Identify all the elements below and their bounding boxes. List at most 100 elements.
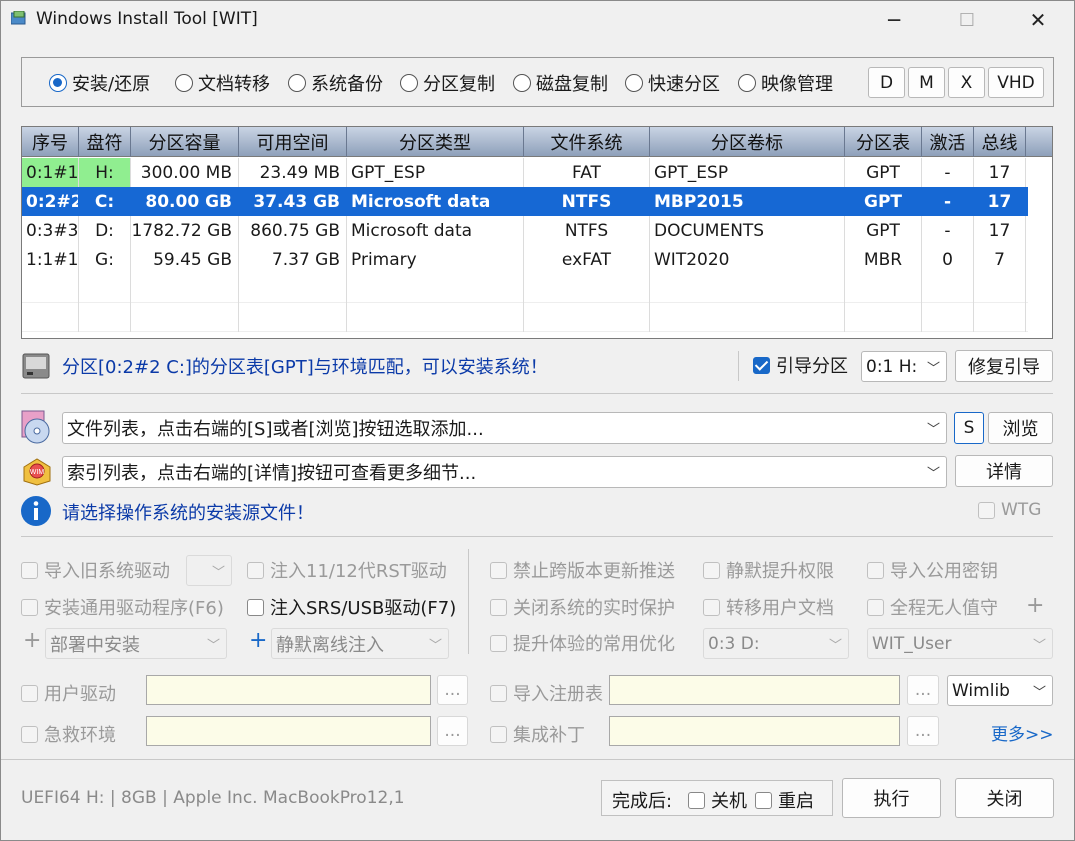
table-row[interactable]: 0:3#3 D: 1782.72 GB 860.75 GB Microsoft …	[22, 216, 1028, 245]
close-button[interactable]: 关闭	[955, 778, 1054, 818]
radio-disk-copy[interactable]: 磁盘复制	[513, 69, 608, 97]
plus-icon[interactable]: +	[249, 628, 267, 653]
radio-selected-icon	[49, 74, 67, 92]
partition-table[interactable]: 序号 盘符 分区容量 可用空间 分区类型 文件系统 分区卷标 分区表 激活 总线…	[21, 126, 1053, 339]
radio-quick-partition[interactable]: 快速分区	[625, 69, 720, 97]
col-bus[interactable]: 总线	[974, 127, 1026, 157]
cell-filesystem: NTFS	[524, 187, 650, 216]
col-drive[interactable]: 盘符	[79, 127, 131, 157]
close-window-button[interactable]: ✕	[1002, 1, 1074, 39]
import-registry-checkbox[interactable]: 导入注册表	[490, 680, 603, 706]
silent-elevate-checkbox[interactable]: 静默提升权限	[703, 557, 834, 583]
wim-package-icon: WIM	[23, 458, 51, 486]
common-optimization-checkbox[interactable]: 提升体验的常用优化	[490, 630, 675, 656]
user-drivers-checkbox[interactable]: 用户驱动	[21, 680, 116, 706]
details-button[interactable]: 详情	[955, 455, 1053, 487]
wim-engine-select[interactable]: Wimlib ﹀	[947, 675, 1053, 706]
divider	[738, 351, 739, 381]
cell-volume-label: WIT2020	[650, 245, 845, 274]
old-drivers-select[interactable]: ﹀	[186, 555, 232, 586]
radio-icon	[288, 74, 306, 92]
rescue-env-browse-button[interactable]: ...	[437, 716, 468, 746]
rescue-env-checkbox[interactable]: 急救环境	[21, 721, 116, 747]
patches-browse-button[interactable]: ...	[907, 716, 939, 746]
shutdown-checkbox[interactable]: 关机	[688, 787, 747, 813]
minimize-button[interactable]: ─	[858, 1, 930, 39]
registry-path-input[interactable]	[609, 675, 900, 705]
radio-document-transfer[interactable]: 文档转移	[175, 69, 270, 97]
user-drivers-path-input[interactable]	[146, 675, 431, 705]
target-partition-select[interactable]: 0:3 D: ﹀	[703, 628, 849, 659]
col-index[interactable]: 序号	[22, 127, 79, 157]
table-row[interactable]: 0:1#1 H: 300.00 MB 23.49 MB GPT_ESP FAT …	[22, 158, 1028, 187]
info-text: 请选择操作系统的安装源文件！	[62, 503, 314, 524]
checkbox-icon	[247, 561, 264, 579]
plus-icon[interactable]: +	[23, 628, 41, 653]
transfer-user-docs-checkbox[interactable]: 转移用户文档	[703, 594, 834, 620]
chevron-down-icon: ﹀	[926, 466, 940, 482]
divider	[468, 549, 469, 654]
boot-partition-select[interactable]: 0:1 H: ﹀	[861, 351, 947, 382]
radio-icon	[175, 74, 193, 92]
more-link[interactable]: 更多>>	[991, 720, 1054, 745]
chevron-down-icon: ﹀	[828, 638, 842, 653]
main-window: Windows Install Tool [WIT] ─ ☐ ✕ 安装/还原 文…	[0, 0, 1075, 841]
execute-button[interactable]: 执行	[842, 778, 941, 818]
checkbox-icon	[247, 598, 264, 616]
import-old-drivers-checkbox[interactable]: 导入旧系统驱动	[21, 557, 170, 583]
boot-partition-checkbox[interactable]: 引导分区	[753, 352, 848, 378]
unattended-checkbox[interactable]: 全程无人值守	[867, 594, 998, 620]
col-filler	[1026, 127, 1052, 157]
col-partition-table[interactable]: 分区表	[845, 127, 922, 157]
install-generic-drivers-checkbox[interactable]: 安装通用驱动程序(F6)	[21, 594, 224, 620]
radio-image-management[interactable]: 映像管理	[738, 69, 833, 97]
deploy-install-select[interactable]: 部署中安装 ﹀	[45, 628, 227, 659]
registry-browse-button[interactable]: ...	[907, 675, 939, 705]
m-button[interactable]: M	[908, 67, 945, 98]
window-title: Windows Install Tool [WIT]	[36, 9, 258, 29]
plus-icon[interactable]: +	[1026, 593, 1044, 618]
restart-checkbox[interactable]: 重启	[755, 787, 814, 813]
col-capacity[interactable]: 分区容量	[131, 127, 239, 157]
index-list-combo[interactable]: 索引列表，点击右端的[详情]按钮可查看更多细节... ﹀	[62, 456, 947, 488]
cell-bus: 17	[974, 216, 1026, 245]
partition-status-text: 分区[0:2#2 C:]的分区表[GPT]与环境匹配，可以安装系统！	[62, 357, 548, 378]
d-button[interactable]: D	[868, 67, 905, 98]
browse-button[interactable]: 浏览	[988, 412, 1053, 444]
cell-volume-label: GPT_ESP	[650, 158, 845, 187]
s-button[interactable]: S	[954, 412, 984, 444]
col-filesystem[interactable]: 文件系统	[524, 127, 650, 157]
col-active[interactable]: 激活	[922, 127, 974, 157]
block-upgrade-push-checkbox[interactable]: 禁止跨版本更新推送	[490, 557, 675, 583]
import-public-key-checkbox[interactable]: 导入公用密钥	[867, 557, 998, 583]
user-drivers-browse-button[interactable]: ...	[437, 675, 468, 705]
vhd-button[interactable]: VHD	[988, 67, 1044, 98]
cell-filesystem: exFAT	[524, 245, 650, 274]
username-select[interactable]: WIT_User ﹀	[867, 628, 1053, 659]
repair-boot-button[interactable]: 修复引导	[955, 350, 1053, 382]
divider	[1, 759, 1074, 760]
radio-partition-copy[interactable]: 分区复制	[400, 69, 495, 97]
radio-system-backup[interactable]: 系统备份	[288, 69, 383, 97]
rescue-env-path-input[interactable]	[146, 716, 431, 746]
x-button[interactable]: X	[948, 67, 985, 98]
col-free-space[interactable]: 可用空间	[239, 127, 347, 157]
disable-realtime-protection-checkbox[interactable]: 关闭系统的实时保护	[490, 594, 675, 620]
inject-srs-usb-checkbox[interactable]: 注入SRS/USB驱动(F7)	[247, 594, 456, 620]
inject-rst-checkbox[interactable]: 注入11/12代RST驱动	[247, 557, 447, 583]
cell-index: 0:2#2	[22, 187, 79, 216]
file-list-combo[interactable]: 文件列表，点击右端的[S]或者[浏览]按钮选取添加... ﹀	[62, 412, 947, 444]
checkbox-icon	[755, 791, 772, 809]
table-row[interactable]: 1:1#1 G: 59.45 GB 7.37 GB Primary exFAT …	[22, 245, 1028, 274]
patches-path-input[interactable]	[609, 716, 900, 746]
radio-install-restore[interactable]: 安装/还原	[49, 69, 150, 97]
table-row-selected[interactable]: 0:2#2 C: 80.00 GB 37.43 GB Microsoft dat…	[22, 187, 1028, 216]
col-partition-type[interactable]: 分区类型	[347, 127, 524, 157]
wtg-checkbox[interactable]: WTG	[978, 500, 1041, 520]
cell-drive: D:	[79, 216, 131, 245]
integrate-patches-checkbox[interactable]: 集成补丁	[490, 721, 585, 747]
maximize-button[interactable]: ☐	[931, 1, 1003, 39]
cell-free-space: 23.49 MB	[239, 158, 347, 187]
silent-offline-inject-select[interactable]: 静默离线注入 ﹀	[271, 628, 449, 659]
col-volume-label[interactable]: 分区卷标	[650, 127, 845, 157]
